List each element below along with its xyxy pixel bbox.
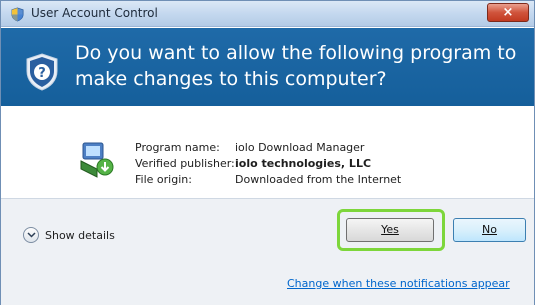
program-values: iolo Download Manager iolo technologies,… [235,140,401,188]
publisher-label: Verified publisher: [135,157,235,170]
window-title: User Account Control [31,6,158,20]
no-button[interactable]: No [453,218,526,242]
uac-dialog: User Account Control × ? Do you want to … [0,0,535,305]
prompt-header: ? Do you want to allow the following pro… [1,28,534,106]
program-labels: Program name: Verified publisher: File o… [135,140,235,188]
prompt-question: Do you want to allow the following progr… [75,42,517,90]
show-details-label[interactable]: Show details [45,229,115,242]
notification-settings-link[interactable]: Change when these notifications appear [287,277,510,290]
program-name-value: iolo Download Manager [235,141,365,154]
close-button[interactable]: × [487,3,529,22]
shield-icon: ? [26,53,58,91]
svg-text:?: ? [38,66,46,81]
program-name-label: Program name: [135,141,220,154]
title-bar: User Account Control × [1,1,534,27]
uac-shield-icon [11,7,24,22]
chevron-down-icon[interactable] [23,227,39,243]
show-details-toggle[interactable]: Show details [23,226,115,244]
no-button-label: No [482,223,497,236]
program-icon [80,142,114,178]
yes-button[interactable]: Yes [346,218,434,242]
close-icon: × [502,5,514,20]
file-origin-label: File origin: [135,173,192,186]
publisher-value: iolo technologies, LLC [235,157,372,170]
yes-button-label: Yes [381,223,399,236]
file-origin-value: Downloaded from the Internet [235,173,402,186]
